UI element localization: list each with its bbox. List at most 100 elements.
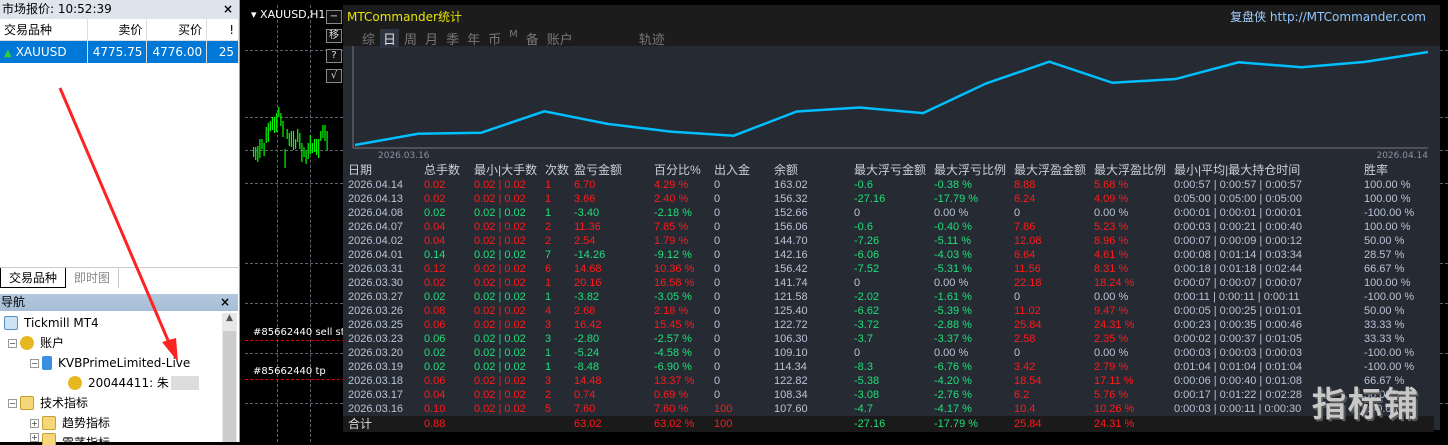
cell: 0.14 bbox=[424, 249, 446, 261]
stats-table: 日期 总手数 最小|大手数 次数 盈亏金额 百分比% 出入金 余额 最大浮亏金额 最大浮亏比例 最大… bbox=[343, 162, 1434, 432]
column-header[interactable]: 最小|平均|最大持仓时间 bbox=[1174, 162, 1364, 178]
col-ask[interactable]: 买价 bbox=[147, 19, 208, 40]
tree-item-indicators[interactable]: − 技术指标 bbox=[0, 393, 225, 413]
collapse-icon[interactable]: − bbox=[8, 398, 17, 408]
navigator-scrollbar[interactable]: ▲ bbox=[222, 313, 237, 442]
column-header[interactable]: 盈亏金额 bbox=[574, 162, 654, 178]
column-header[interactable]: 最小|大手数 bbox=[474, 162, 545, 178]
cell: 0.02 | 0.02 bbox=[474, 347, 526, 359]
symbol-row-xauusd[interactable]: ▲ XAUUSD 4775.75 4776.00 25 bbox=[0, 41, 239, 63]
cell: -5.11 % bbox=[934, 235, 972, 247]
tree-item-oscillators[interactable]: + 震荡指标 bbox=[0, 433, 225, 445]
cell: -2.18 % bbox=[654, 207, 692, 219]
cell: 122.82 bbox=[774, 375, 808, 387]
table-row[interactable]: 2026.04.14 0.02 0.02 | 0.02 1 6.70 4.29 % 0 163… bbox=[343, 178, 1434, 192]
table-row[interactable]: 2026.03.31 0.12 0.02 | 0.02 6 14.68 10.36 % 0 1… bbox=[343, 262, 1434, 276]
table-row[interactable]: 2026.03.18 0.06 0.02 | 0.02 3 14.48 13.37 % 0 1… bbox=[343, 374, 1434, 388]
candle bbox=[290, 131, 292, 147]
cell: 2026.03.16 bbox=[348, 403, 404, 415]
cell: 50.00 % bbox=[1364, 235, 1405, 247]
col-bid[interactable]: 卖价 bbox=[88, 19, 148, 40]
cell: 63.02 bbox=[574, 416, 654, 432]
column-header[interactable]: 胜率 bbox=[1364, 162, 1434, 178]
tree-item-terminal[interactable]: Tickmill MT4 bbox=[0, 313, 225, 333]
cell: 33.33 % bbox=[1364, 319, 1405, 331]
cell: 2 bbox=[545, 235, 552, 247]
table-row[interactable]: 2026.04.07 0.04 0.02 | 0.02 2 11.36 7.85 % 0 15… bbox=[343, 220, 1434, 234]
tree-item-account[interactable]: 20044411: 朱 bbox=[0, 373, 225, 393]
tree-item-server[interactable]: − KVBPrimeLimited-Live bbox=[0, 353, 225, 373]
check-button[interactable]: √ bbox=[326, 69, 342, 83]
cell: 144.70 bbox=[774, 235, 808, 247]
column-header[interactable]: 最大浮盈金额 bbox=[1014, 162, 1094, 178]
cell: 2.68 bbox=[574, 305, 596, 317]
help-button[interactable]: ? bbox=[326, 49, 342, 63]
cell: 108.34 bbox=[774, 389, 808, 401]
column-header[interactable]: 总手数 bbox=[424, 162, 474, 178]
order-line[interactable] bbox=[245, 340, 345, 341]
tree-label: Tickmill MT4 bbox=[24, 316, 99, 330]
column-header[interactable]: 日期 bbox=[343, 162, 424, 178]
expand-icon[interactable]: + bbox=[30, 418, 39, 428]
expand-icon[interactable]: + bbox=[30, 433, 39, 442]
move-button[interactable]: 移 bbox=[326, 29, 342, 43]
column-header[interactable]: 出入金 bbox=[714, 162, 774, 178]
brand-url[interactable]: http://MTCommander.com bbox=[1270, 10, 1426, 24]
cell: -3.40 bbox=[574, 207, 600, 219]
table-row[interactable]: 2026.03.19 0.02 0.02 | 0.02 1 -8.48 -6.90 % 0 1… bbox=[343, 360, 1434, 374]
cell: -4.58 % bbox=[654, 347, 692, 359]
collapse-icon[interactable]: − bbox=[8, 338, 17, 348]
column-header[interactable]: 最大浮盈比例 bbox=[1094, 162, 1174, 178]
column-header[interactable]: 余额 bbox=[774, 162, 854, 178]
table-row[interactable]: 2026.03.23 0.06 0.02 | 0.02 3 -2.80 -2.57 % 0 1… bbox=[343, 332, 1434, 346]
cell: 2026.03.18 bbox=[348, 375, 404, 387]
cell: 0.04 bbox=[424, 235, 446, 247]
column-header[interactable]: 最大浮亏比例 bbox=[934, 162, 1014, 178]
table-row[interactable]: 2026.03.26 0.08 0.02 | 0.02 4 2.68 2.18 % 0 125… bbox=[343, 304, 1434, 318]
table-row[interactable]: 2026.04.08 0.02 0.02 | 0.02 1 -3.40 -2.18 % 0 1… bbox=[343, 206, 1434, 220]
users-icon bbox=[20, 336, 34, 350]
table-row[interactable]: 2026.04.01 0.14 0.02 | 0.02 7 -14.26 -9.12 % 0… bbox=[343, 248, 1434, 262]
table-row[interactable]: 2026.04.02 0.04 0.02 | 0.02 2 2.54 1.79 % 0 144… bbox=[343, 234, 1434, 248]
collapse-icon[interactable]: − bbox=[30, 358, 39, 368]
cell: 0.02 bbox=[424, 207, 446, 219]
table-row[interactable]: 2026.03.30 0.02 0.02 | 0.02 1 20.16 16.58 % 0 1… bbox=[343, 276, 1434, 290]
close-icon[interactable]: × bbox=[220, 294, 230, 311]
brand-link[interactable]: 复盘侠 http://MTCommander.com bbox=[1230, 8, 1426, 25]
column-header[interactable]: 次数 bbox=[545, 162, 574, 178]
column-header[interactable]: 百分比% bbox=[654, 162, 714, 178]
minimize-button[interactable]: − bbox=[326, 10, 342, 24]
tab-symbols[interactable]: 交易品种 bbox=[0, 268, 67, 288]
cell: 142.16 bbox=[774, 249, 808, 261]
cell: -100.00 % bbox=[1364, 207, 1415, 219]
cell: 0.00 % bbox=[934, 347, 969, 359]
close-icon[interactable]: × bbox=[223, 0, 233, 19]
table-row[interactable]: 2026.03.16 0.10 0.02 | 0.02 5 7.60 7.60 % 100 1… bbox=[343, 402, 1434, 416]
cell: 0.00 % bbox=[934, 207, 969, 219]
cell: 0.02 | 0.02 bbox=[474, 249, 526, 261]
cell: -3.05 % bbox=[654, 291, 692, 303]
table-row[interactable]: 2026.03.20 0.02 0.02 | 0.02 1 -5.24 -4.58 % 0 1… bbox=[343, 346, 1434, 360]
table-row[interactable]: 2026.03.27 0.02 0.02 | 0.02 1 -3.82 -3.05 % 0 1… bbox=[343, 290, 1434, 304]
cell: 0.02 | 0.02 bbox=[474, 361, 526, 373]
cell: 11.36 bbox=[574, 221, 601, 233]
cell: 7.60 bbox=[574, 403, 596, 415]
col-symbol[interactable]: 交易品种 bbox=[0, 19, 88, 40]
tp-line[interactable] bbox=[245, 379, 345, 380]
total-row[interactable]: 合计 0.88 63.02 63.02 % 100 -27.16 -17.79 % 25.84… bbox=[343, 416, 1434, 432]
tab-tick-chart[interactable]: 即时图 bbox=[66, 268, 120, 288]
table-row[interactable]: 2026.03.17 0.04 0.02 | 0.02 2 0.74 0.69 % 0 108… bbox=[343, 388, 1434, 402]
scrollbar-thumb[interactable] bbox=[223, 331, 236, 442]
scroll-up-icon[interactable]: ▲ bbox=[222, 313, 237, 323]
candle bbox=[280, 113, 282, 126]
col-spread[interactable]: ! bbox=[207, 19, 239, 40]
table-row[interactable]: 2026.04.13 0.02 0.02 | 0.02 1 3.66 2.40 % 0 156… bbox=[343, 192, 1434, 206]
column-header[interactable]: 最大浮亏金额 bbox=[854, 162, 934, 178]
tree-item-accounts[interactable]: − 账户 bbox=[0, 333, 225, 353]
candle bbox=[297, 129, 299, 142]
table-row[interactable]: 2026.03.25 0.06 0.02 | 0.02 3 16.42 15.45 % 0 1… bbox=[343, 318, 1434, 332]
tree-item-trend[interactable]: + 趋势指标 bbox=[0, 413, 225, 433]
cell: 0.06 bbox=[424, 319, 446, 331]
cell: -7.26 bbox=[854, 235, 880, 247]
cell: -2.57 % bbox=[654, 333, 692, 345]
